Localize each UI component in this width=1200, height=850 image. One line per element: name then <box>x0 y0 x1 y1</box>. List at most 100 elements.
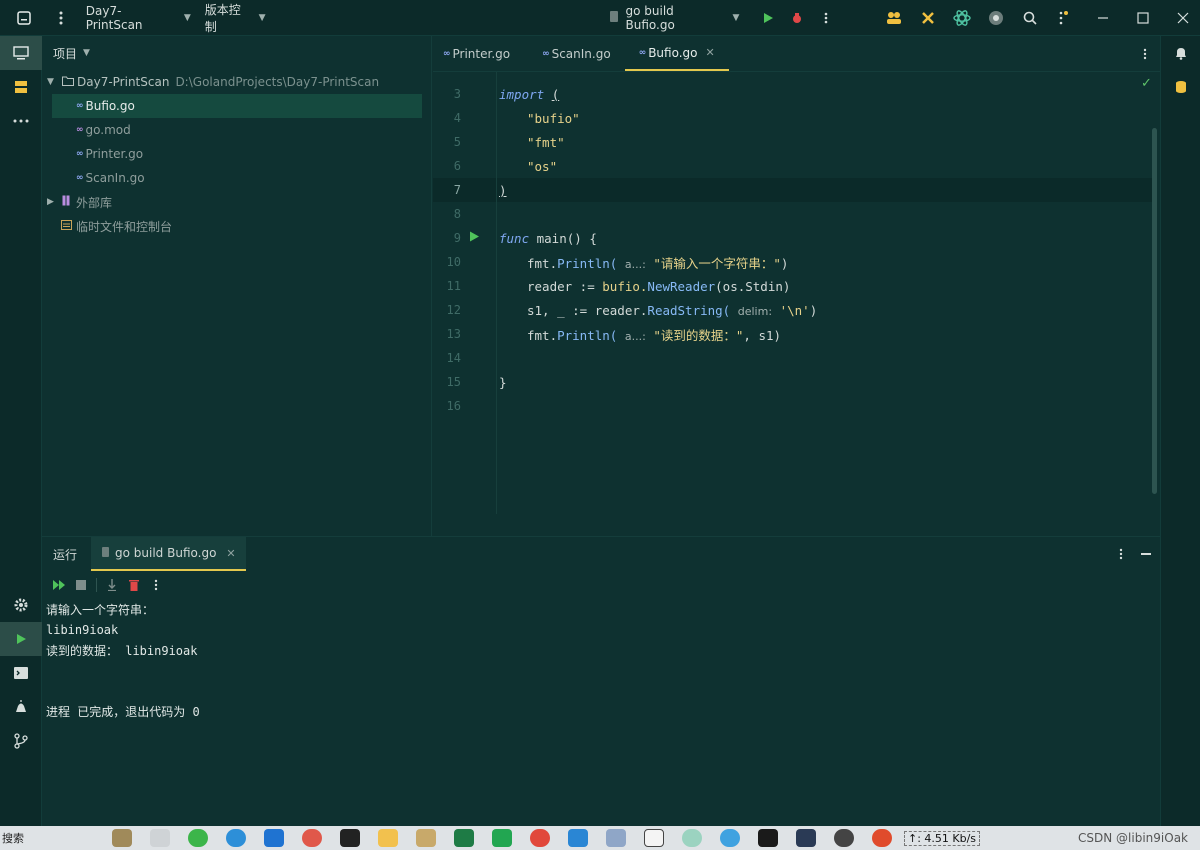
ai-assistant-icon[interactable] <box>945 0 979 36</box>
tab-more-icon[interactable] <box>1130 36 1160 71</box>
tab-scanin-go[interactable]: ∞ ScanIn.go <box>524 36 625 71</box>
code-token: (os.Stdin) <box>715 278 791 294</box>
app-icon[interactable] <box>416 829 436 847</box>
left-tool-strip <box>0 36 42 826</box>
stop-icon[interactable] <box>70 580 92 590</box>
app-icon[interactable] <box>606 829 626 847</box>
close-icon[interactable] <box>1166 0 1200 36</box>
app-icon[interactable] <box>492 829 512 847</box>
tree-file-label: go.mod <box>85 123 131 137</box>
tab-printer-go[interactable]: ∞ Printer.go <box>433 36 524 71</box>
wechat-icon[interactable] <box>188 829 208 847</box>
toolbar-more-icon[interactable] <box>145 579 167 591</box>
terminal-icon <box>14 667 28 679</box>
tree-root-item[interactable]: ▼ Day7-PrintScan D:\GolandProjects\Day7-… <box>42 70 431 94</box>
app-icon[interactable] <box>872 829 892 847</box>
record-icon[interactable] <box>979 0 1013 36</box>
code-token: "请输入一个字符串：" <box>653 255 781 271</box>
file-explorer-icon[interactable] <box>378 829 398 847</box>
go-file-icon: ∞ <box>542 48 550 59</box>
code-token: main() { <box>529 230 597 246</box>
app-icon[interactable] <box>112 829 132 847</box>
problems-tool-button[interactable] <box>0 690 42 724</box>
run-button[interactable] <box>751 0 785 36</box>
code-line: 4 "bufio" <box>433 106 1152 130</box>
console-line: 请输入一个字符串： <box>46 602 155 617</box>
structure-tool-button[interactable] <box>0 70 42 104</box>
app-icon[interactable] <box>682 829 702 847</box>
tree-file-item[interactable]: ∞ ScanIn.go <box>42 166 431 190</box>
run-gutter-icon[interactable] <box>469 231 480 245</box>
app-icon[interactable] <box>264 829 284 847</box>
editor-scrollbar[interactable] <box>1152 128 1157 494</box>
console-output[interactable]: 请输入一个字符串： libin9ioak 读到的数据： libin9ioak 进… <box>42 599 1160 722</box>
build-tools-icon[interactable] <box>911 0 945 36</box>
project-icon <box>13 46 29 60</box>
close-tab-icon[interactable]: ✕ <box>706 46 715 59</box>
rerun-icon[interactable] <box>48 580 70 590</box>
app-icon[interactable] <box>302 829 322 847</box>
project-switcher[interactable]: Day7-PrintScan ▼ <box>86 4 191 32</box>
goland-logo-icon <box>0 0 48 36</box>
go-file-icon: ∞ <box>638 47 647 58</box>
code-token: "bufio" <box>527 110 580 126</box>
edge-browser-icon[interactable] <box>226 829 246 847</box>
app-icon[interactable] <box>796 829 816 847</box>
run-more-icon[interactable] <box>809 0 843 36</box>
database-tool-button[interactable] <box>1161 70 1200 104</box>
tree-external-libs-item[interactable]: ▶ 外部库 <box>42 190 431 214</box>
git-branch-icon <box>14 733 28 749</box>
clear-trash-icon[interactable] <box>123 579 145 591</box>
line-number: 15 <box>446 375 461 389</box>
tab-bufio-go[interactable]: ∞ Bufio.go ✕ <box>624 36 729 71</box>
chrome-icon[interactable] <box>530 829 550 847</box>
settings-menu-icon[interactable] <box>1047 0 1081 36</box>
gear-icon <box>14 598 28 612</box>
app-icon[interactable] <box>834 829 854 847</box>
vscode-icon[interactable] <box>568 829 588 847</box>
services-tool-button[interactable] <box>0 588 42 622</box>
maximize-icon[interactable] <box>1126 0 1160 36</box>
project-tool-button[interactable] <box>0 36 42 70</box>
go-mod-icon: ∞ <box>76 125 84 135</box>
hide-panel-icon[interactable] <box>1132 537 1160 571</box>
tree-scratches-item[interactable]: 临时文件和控制台 <box>42 214 431 238</box>
minimize-icon[interactable] <box>1086 0 1120 36</box>
intellij-icon[interactable] <box>340 829 360 847</box>
code-line: 12 s1, _ := reader.ReadString( delim: '\… <box>433 298 1152 322</box>
project-panel-header[interactable]: 项目 ▼ <box>42 36 431 70</box>
run-tool-button[interactable] <box>0 622 42 656</box>
chevron-down-icon[interactable]: ▼ <box>47 77 59 87</box>
terminal-tool-button[interactable] <box>0 656 42 690</box>
tree-file-item[interactable]: ∞ Bufio.go <box>52 94 422 118</box>
scratches-icon <box>61 219 72 233</box>
git-tool-button[interactable] <box>0 724 42 758</box>
chevron-right-icon[interactable]: ▶ <box>47 197 59 207</box>
code-line: 9 func main() { <box>433 226 1152 250</box>
go-file-icon <box>609 10 619 26</box>
run-config-label: go build Bufio.go <box>625 3 675 32</box>
run-panel-more-icon[interactable] <box>1110 537 1132 571</box>
more-tools-button[interactable] <box>0 104 42 138</box>
search-icon[interactable] <box>1013 0 1047 36</box>
main-menu-icon[interactable] <box>48 0 74 36</box>
vcs-menu[interactable]: 版本控制 ▼ <box>205 1 266 35</box>
notifications-tool-button[interactable] <box>1161 36 1200 70</box>
typora-icon[interactable] <box>644 829 664 847</box>
scroll-to-end-icon[interactable] <box>101 579 123 591</box>
tree-file-item[interactable]: ∞ go.mod <box>42 118 431 142</box>
debug-button[interactable] <box>785 0 809 36</box>
run-config-selector[interactable]: go build Bufio.go ▼ <box>609 4 739 32</box>
close-tab-icon[interactable]: ✕ <box>226 547 235 560</box>
app-icon[interactable] <box>150 829 170 847</box>
tree-file-item[interactable]: ∞ Printer.go <box>42 142 431 166</box>
code-with-me-icon[interactable] <box>877 0 911 36</box>
line-number: 10 <box>446 255 461 269</box>
console-line: 读到的数据： libin9ioak <box>46 643 198 658</box>
taskbar-search[interactable]: 搜索 <box>2 830 112 846</box>
code-editor[interactable]: ✓ 3 import ( 4 "bufio" 5 "fmt" 6 "os" 7 … <box>433 72 1160 536</box>
run-tab[interactable]: go build Bufio.go ✕ <box>91 537 246 571</box>
goland-taskbar-icon[interactable] <box>758 829 778 847</box>
app-icon[interactable] <box>720 829 740 847</box>
excel-icon[interactable] <box>454 829 474 847</box>
